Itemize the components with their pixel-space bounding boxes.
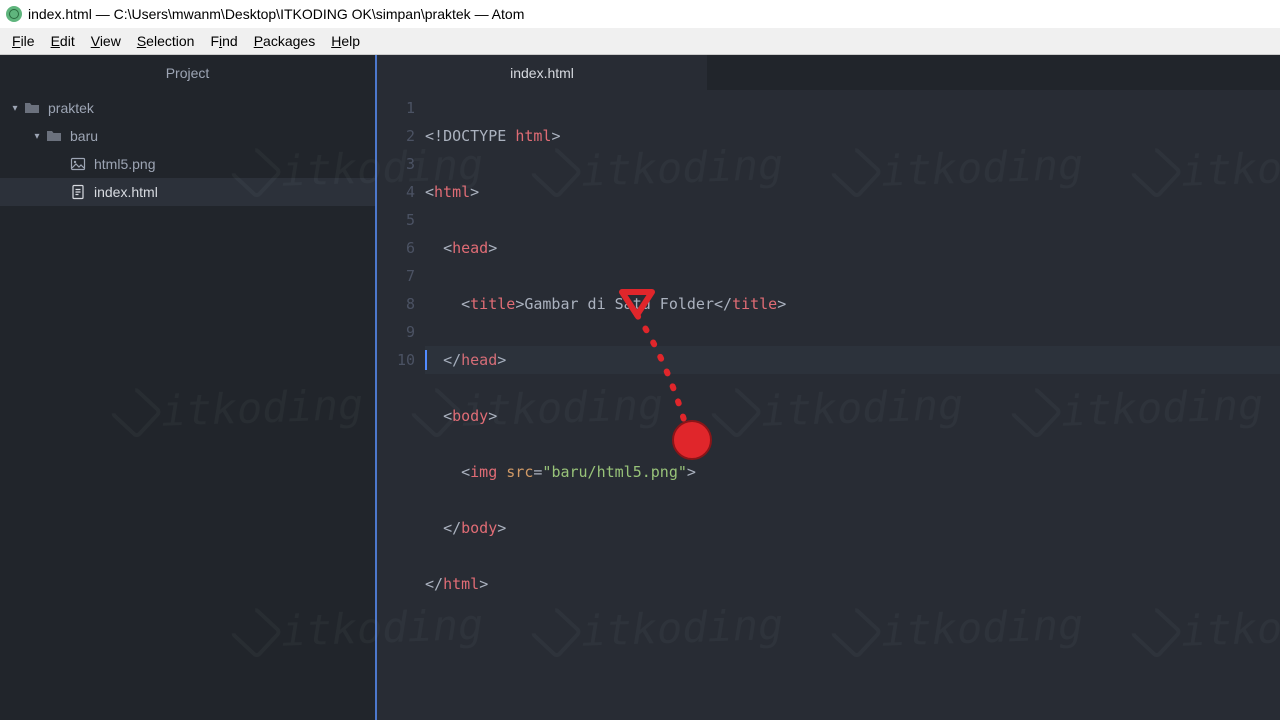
- window-title: index.html — C:\Users\mwanm\Desktop\ITKO…: [28, 6, 524, 22]
- tree-folder-praktek[interactable]: ▾ praktek: [0, 94, 375, 122]
- chevron-down-icon: ▾: [8, 103, 22, 114]
- tab-index-html[interactable]: index.html: [377, 55, 707, 90]
- tree-file-index-html[interactable]: index.html: [0, 178, 375, 206]
- menu-selection[interactable]: Selection: [129, 30, 203, 52]
- tree-label: baru: [70, 128, 98, 144]
- sidebar-title: Project: [0, 55, 375, 90]
- project-sidebar: Project ▾ praktek ▾ baru: [0, 55, 375, 720]
- menu-find[interactable]: Find: [202, 30, 245, 52]
- menu-help[interactable]: Help: [323, 30, 368, 52]
- tree-label: html5.png: [94, 156, 155, 172]
- code-content[interactable]: <!DOCTYPE html> <html> <head> <title>Gam…: [425, 90, 1280, 720]
- image-file-icon: [70, 156, 86, 172]
- menu-file[interactable]: File: [4, 30, 43, 52]
- tab-label: index.html: [510, 65, 574, 81]
- text-cursor: [425, 350, 427, 370]
- code-editor[interactable]: 1 2 3 4 5 6 7 8 9 10 <!DOCTYPE html> <ht…: [377, 90, 1280, 720]
- title-bar: index.html — C:\Users\mwanm\Desktop\ITKO…: [0, 0, 1280, 28]
- active-line-highlight: [425, 346, 1280, 374]
- editor-pane: index.html 1 2 3 4 5 6 7 8 9 10 <!DOCTYP…: [375, 55, 1280, 720]
- menu-bar: File Edit View Selection Find Packages H…: [0, 28, 1280, 55]
- atom-logo-icon: [6, 6, 22, 22]
- folder-icon: [24, 100, 40, 116]
- tree-file-html5-png[interactable]: html5.png: [0, 150, 375, 178]
- menu-packages[interactable]: Packages: [246, 30, 324, 52]
- chevron-down-icon: ▾: [30, 131, 44, 142]
- menu-edit[interactable]: Edit: [43, 30, 83, 52]
- tree-label: praktek: [48, 100, 94, 116]
- line-number-gutter: 1 2 3 4 5 6 7 8 9 10: [377, 90, 425, 720]
- tree-folder-baru[interactable]: ▾ baru: [0, 122, 375, 150]
- tree-label: index.html: [94, 184, 158, 200]
- file-tree: ▾ praktek ▾ baru html5.png: [0, 90, 375, 210]
- code-file-icon: [70, 184, 86, 200]
- menu-view[interactable]: View: [83, 30, 129, 52]
- folder-icon: [46, 128, 62, 144]
- tab-bar: index.html: [377, 55, 1280, 90]
